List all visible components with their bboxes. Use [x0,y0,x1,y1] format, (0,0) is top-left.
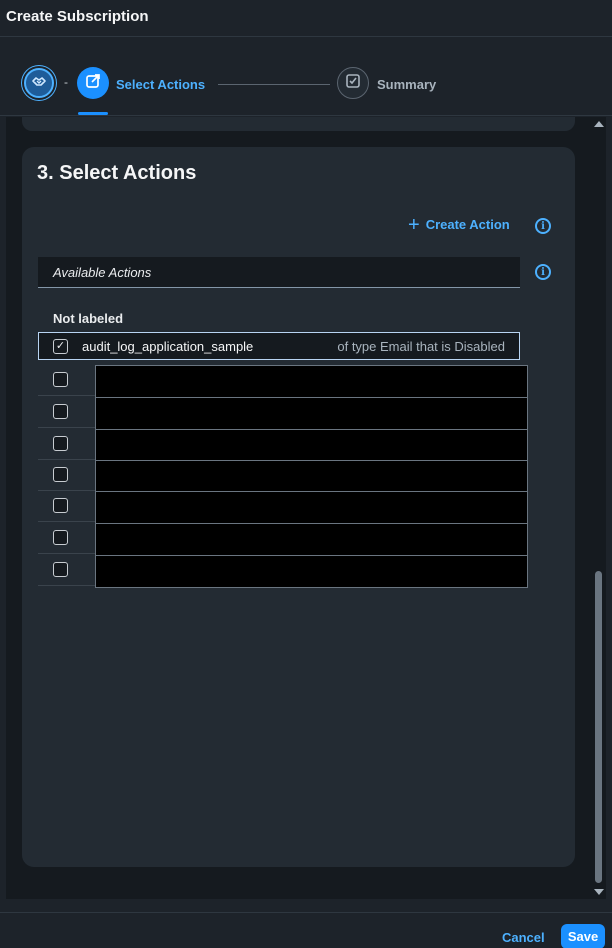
action-row[interactable]: ✓ audit_log_application_sample of type E… [38,332,520,360]
edit-action-icon [84,72,102,95]
available-actions-label: Available Actions [53,265,152,280]
redacted-block [95,460,528,493]
checkbox-checked[interactable]: ✓ [53,339,68,354]
checkbox[interactable] [53,530,68,545]
dialog-footer: Cancel Save [0,912,612,948]
scroll-thumb[interactable] [595,571,602,883]
scroll-content: 3. Select Actions + Create Action i Avai… [6,117,606,899]
checkbox[interactable] [53,562,68,577]
wizard-step-1[interactable] [24,68,54,98]
cancel-button[interactable]: Cancel [496,927,551,948]
redacted-block [95,429,528,462]
vertical-scrollbar[interactable] [592,117,606,899]
wizard-step-2[interactable] [77,67,109,99]
previous-section-card [22,117,575,131]
checkbox[interactable] [53,436,68,451]
redacted-block [95,491,528,524]
redacted-block [95,555,528,588]
wizard-step-3-label[interactable]: Summary [377,77,436,92]
create-action-button[interactable]: + Create Action [408,213,510,236]
action-row[interactable] [38,429,528,462]
available-actions-header: Available Actions [38,257,520,288]
group-label: Not labeled [53,311,124,326]
checkbox[interactable] [53,404,68,419]
handshake-icon [30,72,48,95]
scroll-down-icon[interactable] [594,889,604,895]
active-step-indicator [78,112,108,115]
checkbox[interactable] [53,372,68,387]
step-connector [218,84,330,85]
action-row[interactable] [38,555,528,588]
action-row[interactable] [38,365,528,398]
action-row[interactable] [38,523,528,556]
create-action-label: Create Action [425,217,510,232]
step-separator: - [64,75,68,89]
dialog-title: Create Subscription [6,8,149,25]
checklist-icon [345,73,361,94]
info-icon[interactable]: i [535,264,551,280]
dialog-header: Create Subscription [0,0,612,37]
action-row[interactable] [38,491,528,524]
wizard-step-2-label[interactable]: Select Actions [116,77,205,92]
checkbox[interactable] [53,498,68,513]
redacted-block [95,365,528,398]
select-actions-card: 3. Select Actions + Create Action i Avai… [22,147,575,867]
scroll-up-icon[interactable] [594,121,604,127]
save-button[interactable]: Save [561,924,605,948]
action-name: audit_log_application_sample [82,339,254,354]
redacted-block [95,523,528,556]
redacted-block [95,397,528,430]
info-icon[interactable]: i [535,218,551,234]
action-row[interactable] [38,397,528,430]
action-meta: of type Email that is Disabled [337,339,505,354]
checkbox[interactable] [53,467,68,482]
section-title: 3. Select Actions [37,162,197,184]
action-row[interactable] [38,460,528,493]
wizard-step-3[interactable] [337,67,369,99]
plus-icon: + [408,213,420,236]
wizard-steps: - Select Actions Summary [0,38,612,116]
